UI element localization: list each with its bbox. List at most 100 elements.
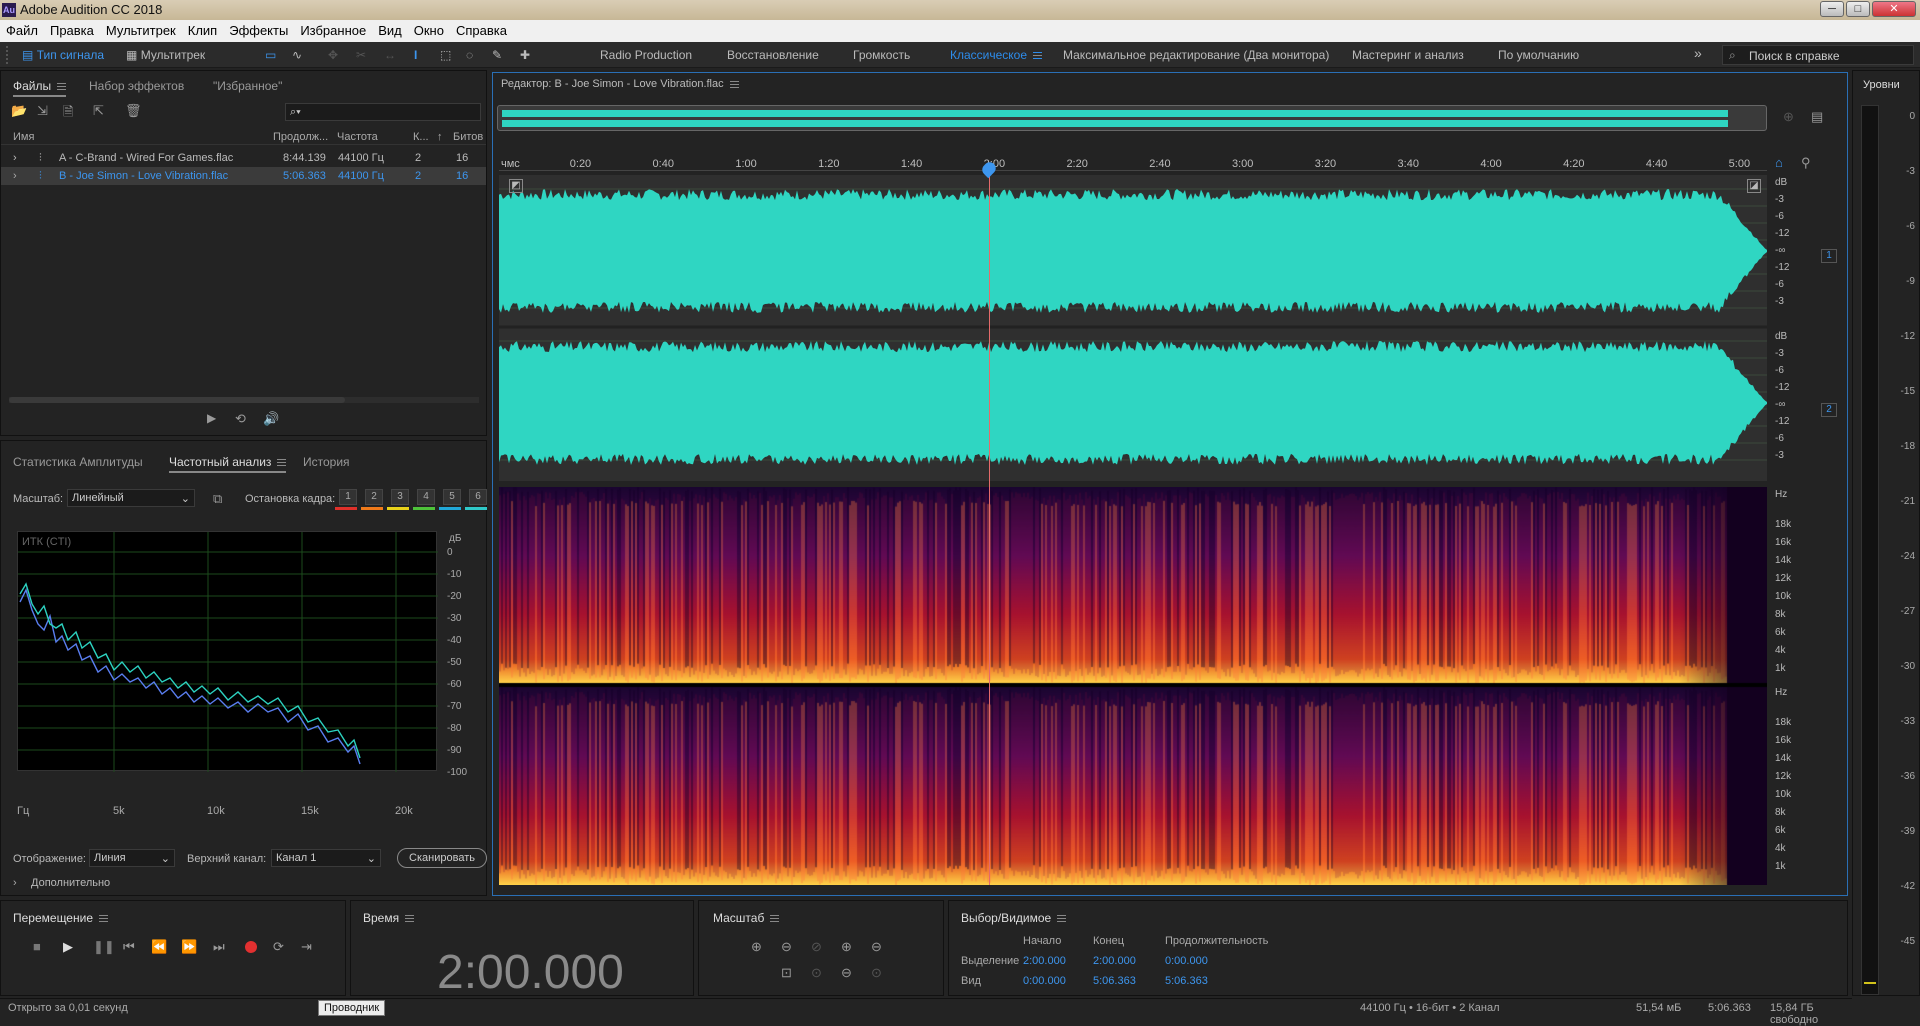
freeze-button-3[interactable]: 3	[391, 489, 409, 505]
menu-window[interactable]: Окно	[408, 20, 450, 38]
analysis-menu-icon[interactable]	[277, 459, 287, 467]
healing-tool-icon[interactable]: ✚	[520, 46, 530, 64]
menu-file[interactable]: Файл	[0, 20, 44, 38]
new-file-icon[interactable]: 🗎	[63, 103, 73, 125]
selection-end[interactable]: 2:00.000	[1093, 955, 1136, 967]
overview-navigator[interactable]	[497, 105, 1767, 131]
close-button[interactable]: ✕	[1872, 1, 1916, 17]
expand-icon[interactable]: ›	[13, 877, 17, 889]
tab-effects-rack[interactable]: Набор эффектов	[89, 79, 184, 93]
playhead[interactable]	[989, 171, 990, 885]
advanced-toggle[interactable]: Дополнительно	[31, 877, 110, 889]
minimize-button[interactable]: ─	[1820, 1, 1844, 17]
show-spectral-icon[interactable]: ∿	[292, 46, 302, 64]
menu-clip[interactable]: Клип	[182, 20, 223, 38]
preview-play-icon[interactable]: ▶	[207, 411, 216, 425]
marker-icon[interactable]: ⚲	[1801, 155, 1811, 171]
display-select[interactable]: Линия ⌄	[89, 849, 175, 867]
tab-frequency-analysis[interactable]: Частотный анализ	[169, 455, 287, 473]
workspace-max-editing[interactable]: Максимальное редактирование (Два монитор…	[1063, 48, 1329, 62]
view-duration[interactable]: 5:06.363	[1165, 975, 1208, 987]
preview-loop-icon[interactable]: ⟲	[235, 411, 246, 427]
restore-button[interactable]: □	[1846, 1, 1870, 17]
time-menu-icon[interactable]	[405, 915, 415, 923]
scan-button[interactable]: Сканировать	[397, 848, 487, 868]
transport-menu-icon[interactable]	[99, 915, 108, 923]
fade-out-handle-icon[interactable]: ◪	[1747, 179, 1761, 193]
col-rate[interactable]: Частота	[337, 131, 378, 143]
stop-icon[interactable]: ■	[33, 939, 41, 954]
snap-icon[interactable]: ⌂	[1775, 155, 1783, 170]
expand-icon[interactable]: ›	[13, 170, 17, 182]
rewind-icon[interactable]: ⏪	[151, 939, 167, 955]
waveform-mode-button[interactable]: ▤ Тип сигнала	[22, 46, 104, 64]
brush-tool-icon[interactable]: ✎	[492, 46, 502, 64]
workspace-radio-production[interactable]: Radio Production	[600, 48, 692, 62]
go-start-icon[interactable]: ⏮	[123, 939, 135, 955]
show-waveform-icon[interactable]: ▭	[265, 46, 276, 64]
multitrack-mode-button[interactable]: ▦ Мультитрек	[126, 46, 205, 64]
tab-amplitude-stats[interactable]: Статистика Амплитуды	[13, 455, 143, 469]
fast-forward-icon[interactable]: ⏩	[181, 939, 197, 955]
time-selection-tool-icon[interactable]: I	[414, 46, 417, 64]
more-workspaces-icon[interactable]: »	[1694, 45, 1702, 61]
channel-2-toggle[interactable]: 2	[1821, 403, 1837, 417]
col-channels[interactable]: К...	[413, 131, 429, 143]
scale-select[interactable]: Линейный ⌄	[67, 489, 195, 507]
col-name[interactable]: Имя	[13, 131, 34, 143]
tab-history[interactable]: История	[303, 455, 350, 469]
waveform-display[interactable]: ◩ ◪	[499, 175, 1767, 481]
freeze-button-6[interactable]: 6	[469, 489, 487, 505]
freeze-button-4[interactable]: 4	[417, 489, 435, 505]
sort-arrow-icon[interactable]: ↑	[437, 131, 443, 143]
skip-selection-icon[interactable]: ⇥	[301, 939, 312, 955]
zoom-out-point-icon[interactable]: ⊙	[871, 965, 882, 981]
zoom-selection-icon[interactable]: ⊡	[781, 965, 792, 981]
menu-help[interactable]: Справка	[450, 20, 513, 38]
menu-effects[interactable]: Эффекты	[223, 20, 294, 38]
preview-autoplay-icon[interactable]: 🔊	[263, 411, 279, 427]
menu-edit[interactable]: Правка	[44, 20, 100, 38]
menu-favorites[interactable]: Избранное	[294, 20, 372, 38]
move-tool-icon[interactable]: ✥	[328, 46, 338, 64]
help-search-field[interactable]: ⌕ Поиск в справке	[1722, 45, 1914, 65]
selection-duration[interactable]: 0:00.000	[1165, 955, 1208, 967]
files-search-input[interactable]: ⌕▾	[285, 103, 481, 121]
workspace-classic[interactable]: Классическое	[950, 48, 1043, 62]
lasso-tool-icon[interactable]: ◌	[466, 46, 473, 64]
delete-file-icon[interactable]: 🗑	[125, 103, 142, 119]
workspace-restoration[interactable]: Восстановление	[727, 48, 819, 62]
col-duration[interactable]: Продолж...	[273, 131, 328, 143]
zoom-menu-icon[interactable]	[770, 915, 780, 923]
insert-multitrack-icon[interactable]: ⇱	[93, 103, 104, 119]
workspace-mastering[interactable]: Мастеринг и анализ	[1352, 48, 1464, 62]
col-bits[interactable]: Битов	[453, 131, 483, 143]
open-file-icon[interactable]: 📂	[11, 103, 27, 119]
view-start[interactable]: 0:00.000	[1023, 975, 1066, 987]
workspace-loudness[interactable]: Громкость	[853, 48, 910, 62]
freeze-button-1[interactable]: 1	[339, 489, 357, 505]
editor-menu-icon[interactable]	[729, 80, 739, 88]
file-row-selected[interactable]: › ⫶ B - Joe Simon - Love Vibration.flac …	[1, 167, 486, 185]
menu-multitrack[interactable]: Мультитрек	[100, 20, 182, 38]
time-ruler[interactable]: чмс 0:200:401:001:201:402:002:202:403:00…	[499, 155, 1767, 171]
selection-menu-icon[interactable]	[1057, 915, 1067, 923]
workspace-menu-icon[interactable]	[1033, 52, 1043, 60]
zoom-in-point-icon[interactable]: ⊙	[811, 965, 822, 981]
import-file-icon[interactable]: ⇲	[37, 103, 48, 119]
zoom-fit-icon[interactable]: ⊕	[1783, 109, 1794, 125]
editor-title[interactable]: Редактор: B - Joe Simon - Love Vibration…	[501, 78, 739, 90]
view-end[interactable]: 5:06.363	[1093, 975, 1136, 987]
tab-favorites[interactable]: "Избранное"	[213, 79, 282, 93]
panel-layout-icon[interactable]: ▤	[1811, 109, 1823, 125]
play-icon[interactable]: ▶	[63, 939, 73, 955]
file-row[interactable]: › ⫶ A - C-Brand - Wired For Games.flac 8…	[1, 149, 486, 167]
zoom-out-time-icon[interactable]: ⊖	[871, 939, 882, 955]
go-end-icon[interactable]: ⏭	[213, 939, 225, 955]
menu-view[interactable]: Вид	[372, 20, 408, 38]
zoom-in-amplitude-icon[interactable]: ⊕	[751, 939, 762, 955]
copy-icon[interactable]: ⧉	[213, 491, 222, 507]
zoom-out-full-icon[interactable]: ⊖	[841, 965, 852, 981]
freeze-button-2[interactable]: 2	[365, 489, 383, 505]
files-menu-icon[interactable]	[57, 83, 67, 91]
